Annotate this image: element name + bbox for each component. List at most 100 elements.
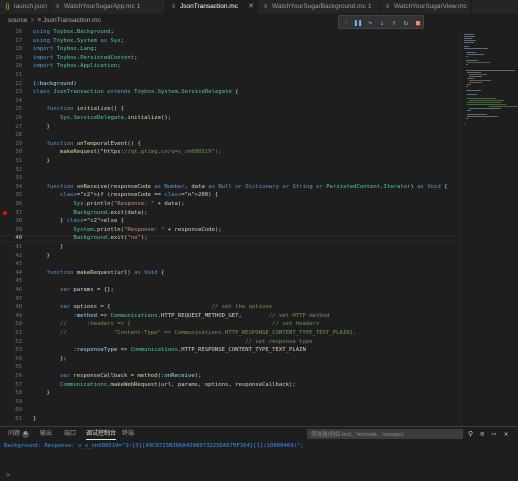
line-number[interactable]: 47 xyxy=(0,296,22,302)
code-line[interactable]: :responseType => Communications.HTTP_RES… xyxy=(33,347,306,353)
step-into-icon[interactable]: ↓ xyxy=(377,18,387,28)
code-line[interactable]: Sys.println("Response: " + data); xyxy=(33,201,185,207)
code-line[interactable]: var options = { // set the options xyxy=(33,304,272,310)
tab-3[interactable]: ≡WatchYourSugarBackground.mc1 xyxy=(258,0,380,14)
line-number[interactable]: 21 xyxy=(0,72,22,78)
code-line[interactable]: Background.exit("no"); xyxy=(33,235,148,241)
line-number[interactable]: 18 xyxy=(0,46,22,52)
code-line[interactable]: Sys.ServiceDelegate.initialize(); xyxy=(33,115,171,121)
code-line[interactable]: function initialize() { xyxy=(33,106,124,112)
code-line[interactable]: using Toybox.Background; xyxy=(33,29,114,35)
code-line[interactable]: import Toybox.Lang; xyxy=(33,46,97,52)
code-line[interactable]: } xyxy=(33,390,50,396)
code-line[interactable]: function onReceive(responseCode as Numbe… xyxy=(33,184,448,190)
console-filter-input[interactable]: 筛选器(例如 text、!exclude、\escape) xyxy=(307,429,463,439)
line-number[interactable]: 41 xyxy=(0,244,22,250)
code-line[interactable]: Communications.makeWebRequest(url, param… xyxy=(33,382,296,388)
line-number[interactable]: 39 xyxy=(0,227,22,233)
code-line[interactable]: class JsonTransaction extends Toybox.Sys… xyxy=(33,89,239,95)
line-number[interactable]: 55 xyxy=(0,364,22,370)
drag-handle-icon[interactable]: ⁞ xyxy=(341,18,351,28)
line-number[interactable]: 46 xyxy=(0,287,22,293)
line-number[interactable]: 48 xyxy=(0,304,22,310)
code-line[interactable]: :method => Communications.HTTP_REQUEST_M… xyxy=(33,313,329,319)
line-number[interactable]: 33 xyxy=(0,175,22,181)
code-line[interactable]: (:background) xyxy=(33,81,77,87)
line-number[interactable]: 42 xyxy=(0,253,22,259)
code-line[interactable]: import Toybox.PersistedContent; xyxy=(33,55,137,61)
breadcrumb-file[interactable]: JsonTransaction.mc xyxy=(43,17,101,24)
step-out-icon[interactable]: ↑ xyxy=(389,18,399,28)
code-line[interactable]: } class="c2">else { xyxy=(33,218,124,224)
line-number[interactable]: 45 xyxy=(0,278,22,284)
filter-icon[interactable]: ⚲ xyxy=(468,429,473,439)
code-line[interactable]: } xyxy=(33,416,36,422)
line-number[interactable]: 36 xyxy=(0,201,22,207)
tab-1[interactable]: ≡WatchYourSugarApp.mc1 xyxy=(50,0,166,14)
step-over-icon[interactable]: ↷ xyxy=(365,18,375,28)
code-line[interactable]: var params = {}; xyxy=(33,287,114,293)
line-number[interactable]: 31 xyxy=(0,158,22,164)
line-number[interactable]: 40 xyxy=(0,235,22,241)
code-line[interactable]: class="c2">if (responseCode == class="n"… xyxy=(33,192,218,198)
line-number[interactable]: 22 xyxy=(0,81,22,87)
code-line[interactable]: import Toybox.Application; xyxy=(33,63,121,69)
line-number[interactable]: 28 xyxy=(0,132,22,138)
line-number[interactable]: 44 xyxy=(0,270,22,276)
line-number[interactable]: 61 xyxy=(0,416,22,422)
line-number[interactable]: 53 xyxy=(0,347,22,353)
code-line[interactable]: makeRequest("https://qt.gtimg.cn/q=s_sh6… xyxy=(33,149,222,155)
line-number[interactable]: 52 xyxy=(0,339,22,345)
tab-0[interactable]: {}launch.json xyxy=(0,0,50,14)
line-number[interactable]: 32 xyxy=(0,167,22,173)
panel-tab-0[interactable]: 问题4 xyxy=(8,429,29,439)
line-number[interactable]: 19 xyxy=(0,55,22,61)
line-number[interactable]: 26 xyxy=(0,115,22,121)
line-number[interactable]: 54 xyxy=(0,356,22,362)
line-number[interactable]: 58 xyxy=(0,390,22,396)
line-number[interactable]: 24 xyxy=(0,98,22,104)
tab-2[interactable]: ≡JsonTransaction.mc✕ xyxy=(166,0,258,14)
pause-icon[interactable]: ❚❚ xyxy=(353,18,363,28)
panel-tab-2[interactable]: 端口 xyxy=(64,429,76,439)
minimap[interactable] xyxy=(460,28,518,426)
code-line[interactable]: } xyxy=(33,253,50,259)
code-line[interactable]: } xyxy=(33,124,50,130)
panel-tab-1[interactable]: 输出 xyxy=(40,429,52,439)
code-line[interactable]: System.println("Response: " + responseCo… xyxy=(33,227,222,233)
code-line[interactable]: } xyxy=(33,158,50,164)
panel-tab-4[interactable]: 终端 xyxy=(122,429,134,439)
line-number[interactable]: 38 xyxy=(0,218,22,224)
line-number[interactable]: 29 xyxy=(0,141,22,147)
line-number[interactable]: 51 xyxy=(0,330,22,336)
line-number[interactable]: 50 xyxy=(0,321,22,327)
code-line[interactable]: using Toybox.System as Sys; xyxy=(33,38,124,44)
code-line[interactable]: Background.exit(data); xyxy=(33,210,148,216)
tab-4[interactable]: ≡WatchYourSugarView.mc xyxy=(380,0,472,14)
code-line[interactable]: // :headers => { // set headers xyxy=(33,321,319,327)
close-tab-icon[interactable]: ✕ xyxy=(248,0,254,14)
line-number[interactable]: 17 xyxy=(0,38,22,44)
more-actions-icon[interactable]: ⋯ xyxy=(492,429,496,439)
line-number[interactable]: 37 xyxy=(0,210,22,216)
line-number[interactable]: 23 xyxy=(0,89,22,95)
line-number[interactable]: 30 xyxy=(0,149,22,155)
restart-icon[interactable]: ↻ xyxy=(401,18,411,28)
line-number[interactable]: 43 xyxy=(0,261,22,267)
clear-console-icon[interactable]: ⊘ xyxy=(480,429,484,439)
line-number[interactable]: 20 xyxy=(0,63,22,69)
code-line[interactable]: function onTemporalEvent() { xyxy=(33,141,141,147)
code-line[interactable]: function makeRequest(url) as Void { xyxy=(33,270,164,276)
line-number[interactable]: 57 xyxy=(0,382,22,388)
line-number[interactable]: 56 xyxy=(0,373,22,379)
line-number[interactable]: 25 xyxy=(0,106,22,112)
stop-icon[interactable]: ■ xyxy=(413,18,423,28)
line-number[interactable]: 59 xyxy=(0,399,22,405)
close-panel-icon[interactable]: ✕ xyxy=(504,429,508,439)
code-line[interactable]: var responseCallback = method(:onReceive… xyxy=(33,373,201,379)
line-number[interactable]: 60 xyxy=(0,407,22,413)
code-line[interactable]: // "Content-Type" => Communications.HTTP… xyxy=(33,330,356,336)
panel-tab-3[interactable]: 调试控制台 xyxy=(86,429,116,440)
code-line[interactable]: // set response type xyxy=(33,339,313,345)
line-number[interactable]: 27 xyxy=(0,124,22,130)
